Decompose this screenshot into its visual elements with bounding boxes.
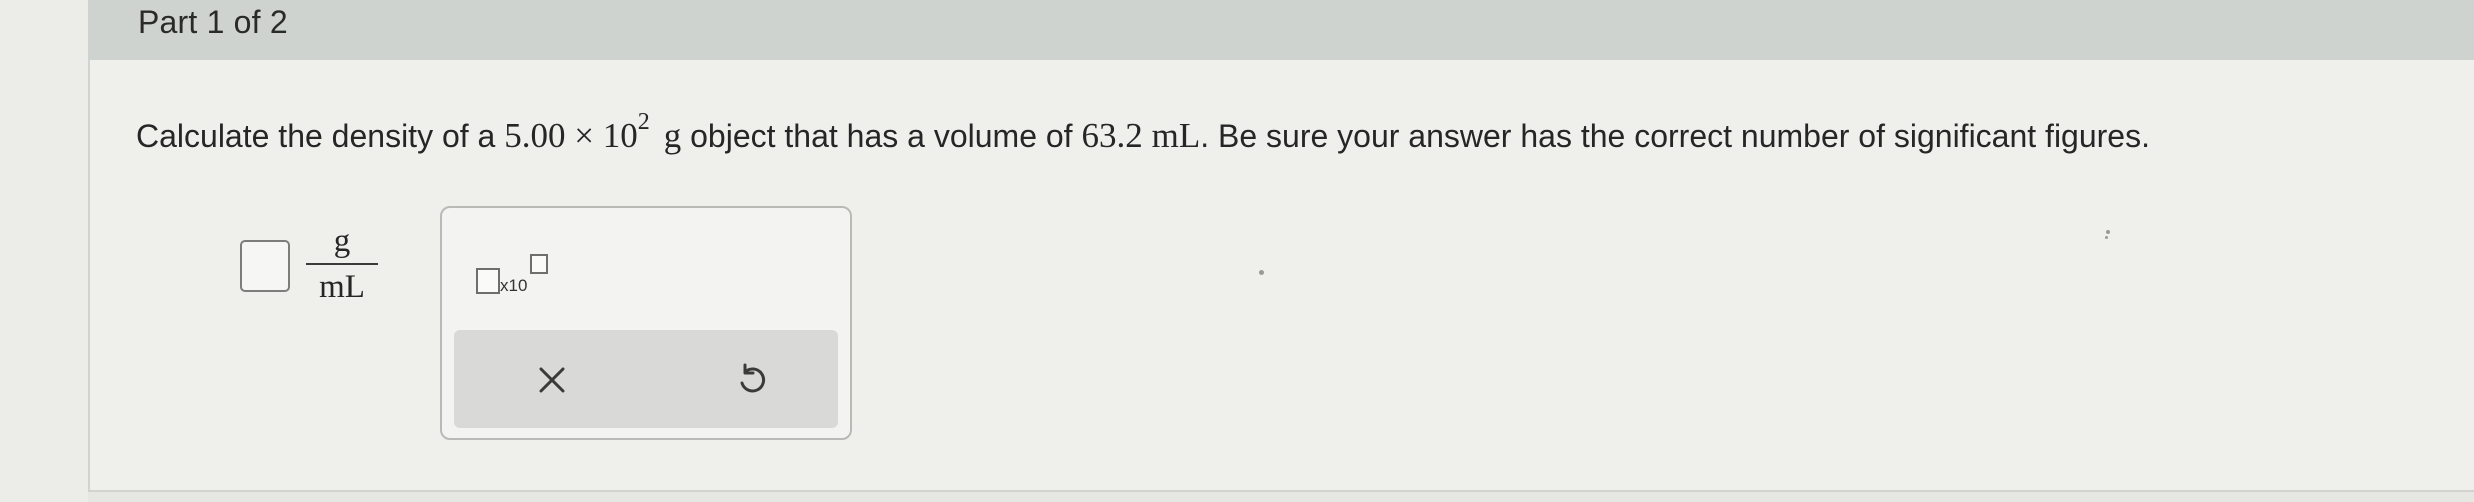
math-tool-panel: x10	[440, 206, 852, 440]
sci-mantissa-box-icon	[476, 268, 500, 294]
clear-button[interactable]	[524, 352, 580, 408]
left-margin	[0, 0, 88, 502]
mass-exponent: 2	[637, 109, 650, 135]
question-text: Calculate the density of a 5.00 × 102 g o…	[136, 109, 2150, 156]
question-suffix: . Be sure your answer has the correct nu…	[1200, 118, 2150, 154]
sci-exponent-box-icon	[530, 254, 548, 274]
question-prefix: Calculate the density of a	[136, 118, 505, 154]
dust-speck	[1259, 270, 1264, 275]
volume-unit: mL	[1151, 116, 1201, 155]
part-header	[88, 0, 2474, 61]
fraction-bar	[306, 263, 378, 265]
question-middle: object that has a volume of	[681, 118, 1082, 154]
times-sign: ×	[565, 116, 603, 155]
mass-base: 10	[602, 116, 638, 155]
part-label: Part 1 of 2	[138, 4, 288, 40]
dust-speck	[2105, 236, 2108, 239]
mass-unit: g	[663, 116, 682, 155]
answer-unit: g mL	[302, 222, 382, 306]
unit-denominator: mL	[319, 269, 365, 305]
action-bar	[454, 330, 838, 428]
scientific-notation-button[interactable]: x10	[476, 246, 556, 306]
sci-x10-label: x10	[500, 276, 528, 295]
undo-button[interactable]	[724, 352, 780, 408]
close-icon	[539, 367, 565, 393]
unit-numerator: g	[333, 223, 351, 259]
volume-value: 63.2	[1081, 116, 1143, 155]
dust-speck	[2106, 230, 2110, 234]
mass-mantissa: 5.00	[504, 116, 566, 155]
undo-icon	[740, 363, 766, 393]
answer-input[interactable]	[240, 240, 290, 292]
